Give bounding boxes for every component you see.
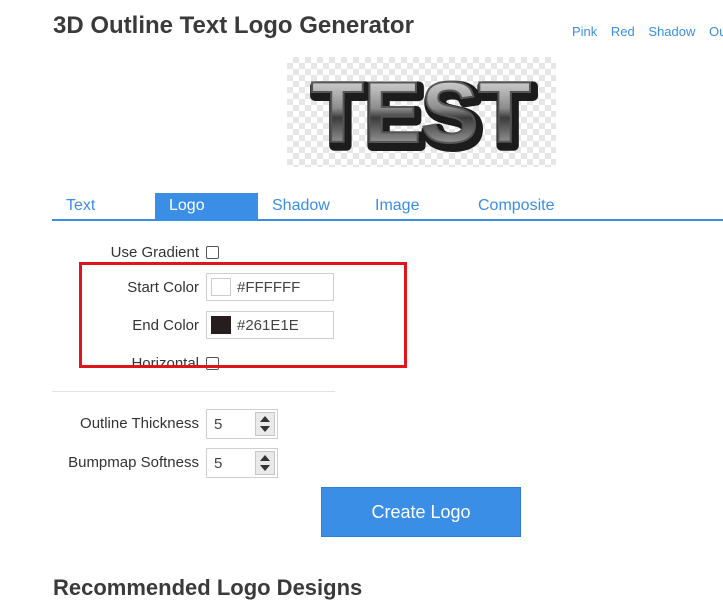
tab-composite[interactable]: Composite bbox=[464, 193, 584, 219]
start-color-input[interactable]: #FFFFFF bbox=[206, 273, 334, 301]
end-color-swatch[interactable] bbox=[211, 316, 231, 334]
use-gradient-checkbox[interactable] bbox=[206, 246, 219, 259]
tab-logo[interactable]: Logo bbox=[155, 193, 258, 219]
start-color-swatch[interactable] bbox=[211, 278, 231, 296]
style-link-out[interactable]: Out bbox=[709, 24, 723, 39]
start-color-value: #FFFFFF bbox=[237, 279, 301, 296]
bumpmap-softness-spinner[interactable] bbox=[255, 451, 275, 475]
outline-thickness-label: Outline Thickness bbox=[80, 415, 199, 432]
bumpmap-softness-input[interactable]: 5 bbox=[206, 448, 278, 478]
tab-bar: Text Logo Shadow Image Composite bbox=[52, 193, 723, 221]
horizontal-label: Horizontal bbox=[131, 355, 199, 372]
use-gradient-label: Use Gradient bbox=[110, 244, 199, 261]
bumpmap-softness-label: Bumpmap Softness bbox=[68, 454, 199, 471]
start-color-label: Start Color bbox=[127, 279, 199, 296]
end-color-input[interactable]: #261E1E bbox=[206, 311, 334, 339]
tab-image[interactable]: Image bbox=[361, 193, 464, 219]
logo-preview-image: TEST TEST bbox=[309, 64, 539, 170]
style-link-red[interactable]: Red bbox=[611, 24, 635, 39]
bumpmap-softness-value: 5 bbox=[214, 455, 223, 472]
outline-thickness-value: 5 bbox=[214, 416, 223, 433]
logo-main-text: TEST bbox=[311, 65, 531, 161]
end-color-label: End Color bbox=[132, 317, 199, 334]
horizontal-checkbox[interactable] bbox=[206, 357, 219, 370]
page-title: 3D Outline Text Logo Generator bbox=[53, 12, 414, 39]
create-logo-button[interactable]: Create Logo bbox=[321, 487, 521, 537]
tab-text[interactable]: Text bbox=[52, 193, 155, 219]
spin-up-icon[interactable] bbox=[260, 416, 270, 422]
end-color-value: #261E1E bbox=[237, 317, 299, 334]
logo-preview: TEST TEST bbox=[287, 57, 556, 170]
recommended-heading: Recommended Logo Designs bbox=[53, 575, 363, 600]
style-link-pink[interactable]: Pink bbox=[572, 24, 597, 39]
spin-down-icon[interactable] bbox=[260, 465, 270, 471]
style-link-shadow[interactable]: Shadow bbox=[648, 24, 695, 39]
style-links: Pink Red Shadow Out bbox=[572, 24, 723, 39]
section-divider bbox=[52, 391, 335, 392]
outline-thickness-input[interactable]: 5 bbox=[206, 409, 278, 439]
tab-shadow[interactable]: Shadow bbox=[258, 193, 361, 219]
outline-thickness-spinner[interactable] bbox=[255, 412, 275, 436]
spin-down-icon[interactable] bbox=[260, 426, 270, 432]
spin-up-icon[interactable] bbox=[260, 455, 270, 461]
